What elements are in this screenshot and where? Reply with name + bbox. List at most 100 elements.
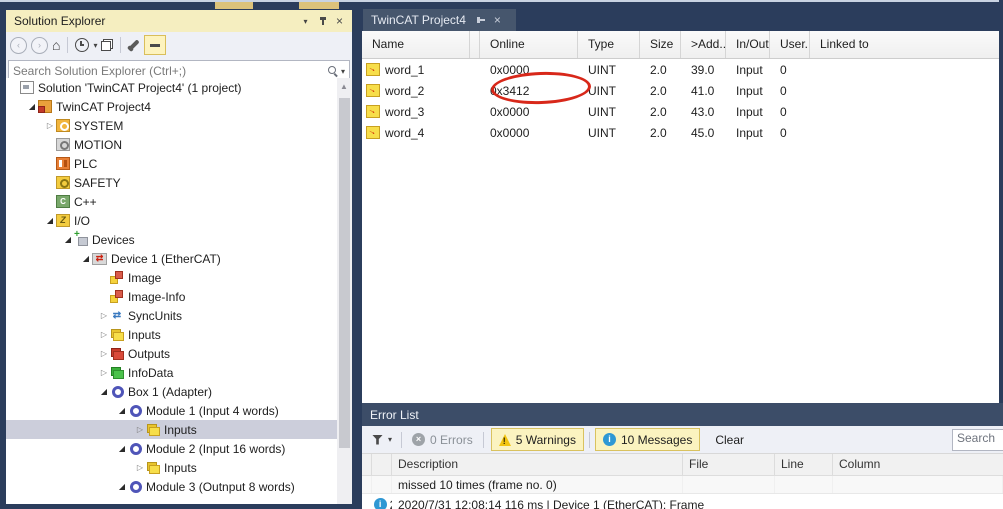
tree-item-motion[interactable]: MOTION bbox=[6, 135, 352, 154]
clear-button[interactable]: Clear bbox=[708, 429, 751, 450]
error-row[interactable]: i 2 2020/7/31 12:08:14 116 ms | Device 1… bbox=[362, 494, 1003, 509]
chevron-down-icon[interactable]: ▾ bbox=[93, 41, 97, 50]
toolbar-separator bbox=[482, 431, 484, 448]
tab-title: TwinCAT Project4 bbox=[371, 13, 466, 27]
expander-icon[interactable] bbox=[44, 116, 56, 135]
tree-item-project[interactable]: TwinCAT Project4 bbox=[6, 97, 352, 116]
tree-item-device1[interactable]: ⇄Device 1 (EtherCAT) bbox=[6, 249, 352, 268]
solution-explorer-titlebar[interactable]: Solution Explorer ▾ × bbox=[6, 10, 352, 32]
expander-icon[interactable] bbox=[116, 477, 128, 496]
errors-filter-button[interactable]: × 0 Errors bbox=[405, 429, 480, 450]
col-header-description[interactable]: Description bbox=[392, 454, 683, 475]
forward-button[interactable]: › bbox=[31, 36, 48, 54]
tree-item-box1[interactable]: Box 1 (Adapter) bbox=[6, 382, 352, 401]
col-header-online[interactable]: Online bbox=[480, 31, 578, 58]
chevron-down-icon[interactable]: ▾ bbox=[341, 67, 345, 76]
pin-icon[interactable] bbox=[476, 15, 486, 25]
preview-selected-toggle[interactable] bbox=[144, 35, 167, 55]
tree-scrollbar[interactable]: ▲ bbox=[337, 78, 352, 504]
col-header-column[interactable]: Column bbox=[833, 454, 1003, 475]
expander-icon[interactable] bbox=[116, 401, 128, 420]
inout-value: Input bbox=[736, 83, 763, 98]
col-header-user[interactable]: User... bbox=[770, 31, 810, 58]
filter-icon[interactable] bbox=[372, 434, 383, 445]
expander-icon[interactable] bbox=[44, 211, 56, 230]
tree-item-safety[interactable]: SAFETY bbox=[6, 173, 352, 192]
col-header-linkedto[interactable]: Linked to bbox=[810, 31, 1003, 58]
tree-item-io[interactable]: ZI/O bbox=[6, 211, 352, 230]
error-search-input[interactable] bbox=[953, 430, 1003, 446]
solution-explorer-panel: Solution Explorer ▾ × ‹ › ⌂ ▾ ▾ Solution… bbox=[6, 10, 352, 504]
warnings-filter-button[interactable]: 5 Warnings bbox=[490, 428, 584, 451]
back-button[interactable]: ‹ bbox=[10, 36, 27, 54]
tree-item-image[interactable]: Image bbox=[6, 268, 352, 287]
size-value: 2.0 bbox=[650, 62, 667, 77]
expander-icon[interactable] bbox=[26, 97, 38, 116]
tree-item-outputs[interactable]: Outputs bbox=[6, 344, 352, 363]
pending-changes-icon[interactable] bbox=[75, 38, 90, 52]
tree-item-plc[interactable]: PLC bbox=[6, 154, 352, 173]
inputs-folder-icon bbox=[146, 461, 160, 474]
expander-icon[interactable] bbox=[80, 249, 92, 268]
tree-item-image-info[interactable]: Image-Info bbox=[6, 287, 352, 306]
expander-icon[interactable] bbox=[134, 458, 146, 477]
tree-item-module1[interactable]: Module 1 (Input 4 words) bbox=[6, 401, 352, 420]
window-top-edge bbox=[0, 0, 1003, 2]
col-header-size[interactable]: Size bbox=[640, 31, 681, 58]
properties-wrench-icon[interactable] bbox=[128, 39, 141, 51]
expander-icon[interactable] bbox=[134, 420, 146, 439]
toolbar-separator bbox=[588, 431, 590, 448]
expander-icon[interactable] bbox=[62, 230, 74, 249]
col-header-inout[interactable]: In/Out bbox=[726, 31, 770, 58]
col-header-line[interactable]: Line bbox=[775, 454, 833, 475]
document-tab[interactable]: TwinCAT Project4 × bbox=[363, 9, 516, 31]
close-panel-button[interactable]: × bbox=[331, 13, 348, 29]
error-row[interactable]: missed 10 times (frame no. 0) bbox=[362, 476, 1003, 494]
search-icon[interactable] bbox=[327, 65, 339, 77]
inputs-folder-icon bbox=[110, 328, 124, 341]
expander-icon[interactable] bbox=[116, 439, 128, 458]
expander-icon[interactable] bbox=[98, 363, 110, 382]
table-row[interactable]: word_2 0x3412 UINT 2.0 41.0 Input 0 bbox=[362, 80, 1003, 101]
home-icon[interactable]: ⌂ bbox=[52, 38, 60, 52]
col-header-severity[interactable] bbox=[372, 454, 392, 475]
col-header-type[interactable]: Type bbox=[578, 31, 640, 58]
chevron-down-icon[interactable]: ▾ bbox=[388, 435, 392, 444]
collapse-all-icon[interactable] bbox=[101, 39, 114, 51]
tree-item-cpp[interactable]: C C++ bbox=[6, 192, 352, 211]
tree-item-system[interactable]: SYSTEM bbox=[6, 116, 352, 135]
auto-hide-pin-button[interactable] bbox=[314, 13, 331, 29]
tree-item-inputs[interactable]: Inputs bbox=[6, 325, 352, 344]
tree-item-module1-inputs[interactable]: Inputs bbox=[6, 420, 352, 439]
message-line bbox=[775, 476, 833, 493]
window-position-button[interactable]: ▾ bbox=[297, 13, 314, 29]
table-row[interactable]: word_4 0x0000 UINT 2.0 45.0 Input 0 bbox=[362, 122, 1003, 143]
scroll-up-arrow[interactable]: ▲ bbox=[340, 82, 348, 91]
expander-icon[interactable] bbox=[98, 344, 110, 363]
tree-item-devices[interactable]: Devices bbox=[6, 230, 352, 249]
col-header-name[interactable]: Name bbox=[362, 31, 470, 58]
error-list-toolbar: ▾ × 0 Errors 5 Warnings i 10 Messages Cl… bbox=[362, 426, 1003, 453]
expander-icon[interactable] bbox=[98, 306, 110, 325]
messages-filter-button[interactable]: i 10 Messages bbox=[594, 428, 701, 451]
tree-item-infodata[interactable]: InfoData bbox=[6, 363, 352, 382]
tree-item-module2-inputs[interactable]: Inputs bbox=[6, 458, 352, 477]
online-value: 0x0000 bbox=[490, 125, 530, 140]
var-name: word_3 bbox=[385, 104, 425, 119]
table-row[interactable]: word_3 0x0000 UINT 2.0 43.0 Input 0 bbox=[362, 101, 1003, 122]
close-icon[interactable]: × bbox=[494, 14, 501, 26]
error-search-box[interactable] bbox=[952, 429, 1003, 451]
col-header-addr[interactable]: >Add... bbox=[681, 31, 726, 58]
expander-icon[interactable] bbox=[98, 382, 110, 401]
error-list-titlebar[interactable]: Error List bbox=[362, 403, 1003, 426]
tree-item-solution[interactable]: Solution 'TwinCAT Project4' (1 project) bbox=[6, 78, 352, 97]
expander-icon[interactable] bbox=[98, 325, 110, 344]
tree-item-module3[interactable]: Module 3 (Outnput 8 words) bbox=[6, 477, 352, 496]
addr-value: 41.0 bbox=[691, 83, 715, 98]
scrollbar-thumb[interactable] bbox=[339, 98, 350, 448]
col-header-file[interactable]: File bbox=[683, 454, 775, 475]
tree-item-module2[interactable]: Module 2 (Input 16 words) bbox=[6, 439, 352, 458]
search-input[interactable] bbox=[9, 64, 327, 78]
table-row[interactable]: word_1 0x0000 UINT 2.0 39.0 Input 0 bbox=[362, 59, 1003, 80]
tree-item-syncunits[interactable]: ⇄SyncUnits bbox=[6, 306, 352, 325]
